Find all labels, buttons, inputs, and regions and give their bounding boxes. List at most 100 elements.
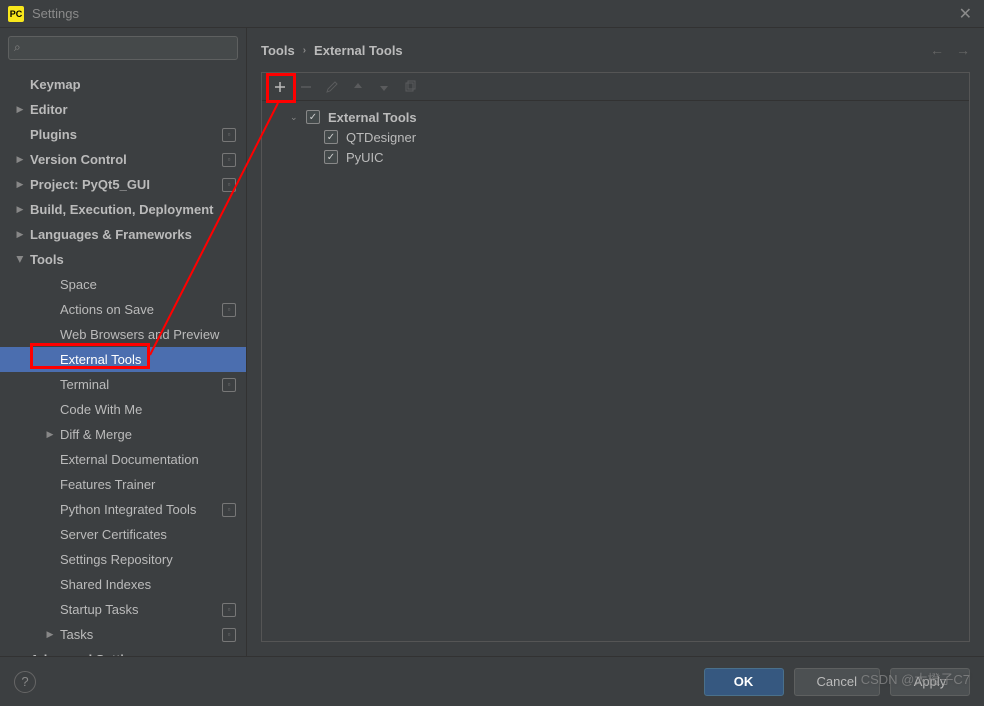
- project-badge-icon: ▫: [222, 178, 236, 192]
- move-down-button[interactable]: [372, 76, 396, 98]
- content-area: Tools › External Tools ← →: [247, 28, 984, 656]
- sidebar-item-label: Actions on Save: [60, 302, 222, 317]
- item-label: PyUIC: [346, 150, 384, 165]
- sidebar-item-label: Advanced Settings: [30, 652, 246, 656]
- sidebar-item-label: Build, Execution, Deployment: [30, 202, 246, 217]
- sidebar-item-code-with-me[interactable]: Code With Me: [0, 397, 246, 422]
- sidebar-item-server-certificates[interactable]: Server Certificates: [0, 522, 246, 547]
- sidebar-item-diff-merge[interactable]: ▶ Diff & Merge: [0, 422, 246, 447]
- sidebar-item-plugins[interactable]: Plugins▫: [0, 122, 246, 147]
- sidebar-item-label: Python Integrated Tools: [60, 502, 222, 517]
- watermark: CSDN @大橙子C7: [861, 669, 970, 688]
- project-badge-icon: ▫: [222, 128, 236, 142]
- search-input[interactable]: [8, 36, 238, 60]
- nav-back-icon[interactable]: ←: [930, 42, 944, 58]
- chevron-icon: ▶: [44, 429, 56, 440]
- remove-button[interactable]: [294, 76, 318, 98]
- item-checkbox[interactable]: [324, 130, 338, 144]
- add-button[interactable]: [268, 76, 292, 98]
- sidebar-item-label: Diff & Merge: [60, 427, 246, 442]
- copy-button[interactable]: [398, 76, 422, 98]
- sidebar-item-terminal[interactable]: Terminal▫: [0, 372, 246, 397]
- close-icon[interactable]: ✕: [955, 4, 976, 24]
- breadcrumb-current: External Tools: [314, 43, 403, 58]
- search-icon: ⌕: [14, 40, 21, 55]
- chevron-icon: ▶: [44, 629, 56, 640]
- sidebar-item-editor[interactable]: ▶ Editor: [0, 97, 246, 122]
- sidebar-item-label: Keymap: [30, 77, 246, 92]
- window-title: Settings: [32, 6, 955, 21]
- sidebar-item-label: Features Trainer: [60, 477, 246, 492]
- sidebar-item-label: External Tools: [60, 352, 246, 367]
- sidebar: ⌕ Keymap▶EditorPlugins▫▶Version Control▫…: [0, 28, 247, 656]
- move-up-button[interactable]: [346, 76, 370, 98]
- project-badge-icon: ▫: [222, 153, 236, 167]
- nav-forward-icon[interactable]: →: [956, 42, 970, 58]
- sidebar-item-languages-frameworks[interactable]: ▶Languages & Frameworks: [0, 222, 246, 247]
- expand-icon[interactable]: ⌄: [290, 112, 302, 123]
- chevron-right-icon: ›: [303, 45, 306, 56]
- chevron-icon: ▶: [14, 154, 26, 165]
- sidebar-item-label: Shared Indexes: [60, 577, 246, 592]
- sidebar-item-advanced-settings[interactable]: Advanced Settings: [0, 647, 246, 656]
- sidebar-item-web-browsers-and-preview[interactable]: Web Browsers and Preview: [0, 322, 246, 347]
- sidebar-item-tasks[interactable]: ▶ Tasks▫: [0, 622, 246, 647]
- project-badge-icon: ▫: [222, 603, 236, 617]
- titlebar: PC Settings ✕: [0, 0, 984, 28]
- ok-button[interactable]: OK: [704, 668, 784, 696]
- sidebar-item-external-tools[interactable]: External Tools: [0, 347, 246, 372]
- sidebar-item-label: Terminal: [60, 377, 222, 392]
- item-checkbox[interactable]: [324, 150, 338, 164]
- sidebar-item-label: Editor: [30, 102, 246, 117]
- toolbar: [262, 73, 969, 101]
- sidebar-item-label: Tools: [30, 252, 246, 267]
- sidebar-item-label: Server Certificates: [60, 527, 246, 542]
- chevron-icon: ▶: [14, 179, 26, 190]
- sidebar-item-label: Languages & Frameworks: [30, 227, 246, 242]
- edit-button[interactable]: [320, 76, 344, 98]
- tree-item-row[interactable]: PyUIC: [272, 147, 959, 167]
- sidebar-item-external-documentation[interactable]: External Documentation: [0, 447, 246, 472]
- item-label: QTDesigner: [346, 130, 416, 145]
- breadcrumb-root[interactable]: Tools: [261, 43, 295, 58]
- tree-item-row[interactable]: QTDesigner: [272, 127, 959, 147]
- footer: ? OK Cancel Apply: [0, 656, 984, 706]
- tree-group-row[interactable]: ⌄ External Tools: [272, 107, 959, 127]
- sidebar-item-label: Version Control: [30, 152, 222, 167]
- project-badge-icon: ▫: [222, 503, 236, 517]
- breadcrumb: Tools › External Tools ← →: [247, 28, 984, 72]
- chevron-icon: ▶: [14, 104, 26, 115]
- help-button[interactable]: ?: [14, 671, 36, 693]
- sidebar-item-settings-repository[interactable]: Settings Repository: [0, 547, 246, 572]
- sidebar-item-label: External Documentation: [60, 452, 246, 467]
- chevron-icon: ▶: [15, 254, 26, 266]
- sidebar-item-build-execution-deployment[interactable]: ▶ Build, Execution, Deployment: [0, 197, 246, 222]
- sidebar-item-project-pyqt5-gui[interactable]: ▶ Project: PyQt5_GUI▫: [0, 172, 246, 197]
- group-checkbox[interactable]: [306, 110, 320, 124]
- sidebar-tree: Keymap▶EditorPlugins▫▶Version Control▫▶P…: [0, 68, 246, 656]
- sidebar-item-features-trainer[interactable]: Features Trainer: [0, 472, 246, 497]
- sidebar-item-label: Code With Me: [60, 402, 246, 417]
- sidebar-item-python-integrated-tools[interactable]: Python Integrated Tools▫: [0, 497, 246, 522]
- sidebar-item-actions-on-save[interactable]: Actions on Save▫: [0, 297, 246, 322]
- chevron-icon: ▶: [14, 204, 26, 215]
- sidebar-item-keymap[interactable]: Keymap: [0, 72, 246, 97]
- sidebar-item-label: Settings Repository: [60, 552, 246, 567]
- sidebar-item-label: Plugins: [30, 127, 222, 142]
- sidebar-item-version-control[interactable]: ▶ Version Control▫: [0, 147, 246, 172]
- project-badge-icon: ▫: [222, 628, 236, 642]
- tools-tree: ⌄ External Tools QTDesigner PyUIC: [262, 101, 969, 641]
- project-badge-icon: ▫: [222, 303, 236, 317]
- sidebar-item-label: Space: [60, 277, 246, 292]
- sidebar-item-space[interactable]: Space: [0, 272, 246, 297]
- external-tools-panel: ⌄ External Tools QTDesigner PyUIC: [261, 72, 970, 642]
- sidebar-item-label: Startup Tasks: [60, 602, 222, 617]
- group-label: External Tools: [328, 110, 417, 125]
- sidebar-item-label: Tasks: [60, 627, 222, 642]
- app-icon: PC: [8, 6, 24, 22]
- sidebar-item-shared-indexes[interactable]: Shared Indexes: [0, 572, 246, 597]
- sidebar-item-startup-tasks[interactable]: Startup Tasks▫: [0, 597, 246, 622]
- sidebar-item-label: Project: PyQt5_GUI: [30, 177, 222, 192]
- project-badge-icon: ▫: [222, 378, 236, 392]
- sidebar-item-tools[interactable]: ▶ Tools: [0, 247, 246, 272]
